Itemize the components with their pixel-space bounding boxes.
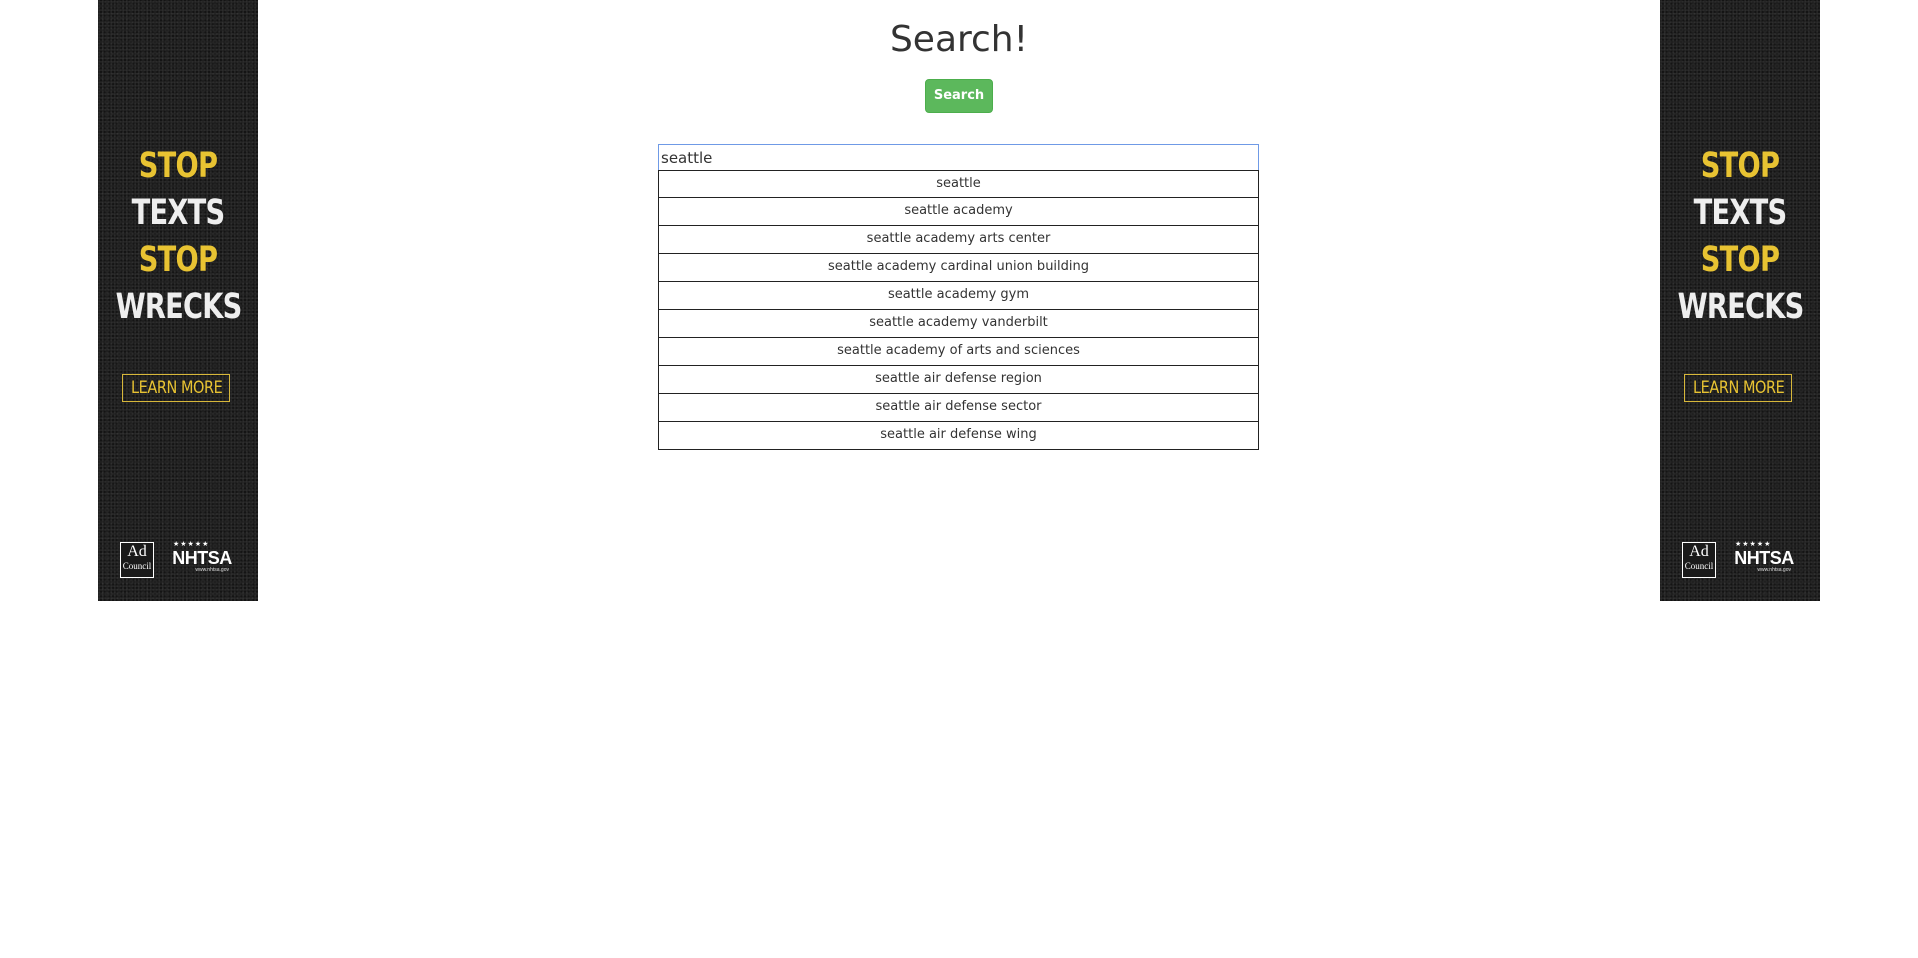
ad-headline-line: WRECKS — [115, 287, 243, 327]
ad-headline-line: STOP — [1700, 146, 1780, 186]
autocomplete-suggestion[interactable]: seattle academy gym — [658, 282, 1259, 310]
ad-banner-right[interactable]: STOP TEXTS STOP WRECKS LEARN MORE Ad Coun… — [1660, 0, 1820, 601]
autocomplete-suggestion[interactable]: seattle academy vanderbilt — [658, 310, 1259, 338]
autocomplete-suggestion[interactable]: seattle air defense region — [658, 366, 1259, 394]
autocomplete-suggestion[interactable]: seattle academy — [658, 198, 1259, 226]
ad-headline-line: STOP — [138, 240, 218, 280]
search-input[interactable] — [658, 144, 1259, 171]
ad-headline: STOP TEXTS STOP WRECKS — [115, 143, 243, 331]
ad-learn-more-button[interactable]: LEARN MORE — [122, 374, 230, 402]
ad-headline-line: STOP — [138, 146, 218, 186]
nhtsa-logo: ★★★★★ NHTSA www.nhtsa.gov — [1731, 540, 1797, 580]
autocomplete-suggestion[interactable]: seattle air defense sector — [658, 394, 1259, 422]
page-title: Search! — [889, 19, 1029, 60]
ad-headline-line: WRECKS — [1677, 287, 1805, 327]
ad-learn-more-button[interactable]: LEARN MORE — [1684, 374, 1792, 402]
nhtsa-logo: ★★★★★ NHTSA www.nhtsa.gov — [169, 540, 235, 580]
autocomplete-suggestion[interactable]: seattle academy of arts and sciences — [658, 338, 1259, 366]
search-button[interactable]: Search — [925, 79, 993, 113]
page: STOP TEXTS STOP WRECKS LEARN MORE Ad Coun… — [0, 0, 1918, 958]
autocomplete-suggestion[interactable]: seattle air defense wing — [658, 422, 1259, 450]
ad-headline-line: STOP — [1700, 240, 1780, 280]
autocomplete-suggestion[interactable]: seattle academy cardinal union building — [658, 254, 1259, 282]
ad-headline: STOP TEXTS STOP WRECKS — [1677, 143, 1805, 331]
ad-council-logo: Ad Council — [1682, 542, 1716, 578]
autocomplete-list: seattle seattle academy seattle academy ar… — [658, 170, 1259, 450]
ad-banner-left[interactable]: STOP TEXTS STOP WRECKS LEARN MORE Ad Coun… — [98, 0, 258, 601]
autocomplete-suggestion[interactable]: seattle academy arts center — [658, 226, 1259, 254]
ad-headline-line: TEXTS — [131, 193, 225, 233]
ad-council-logo: Ad Council — [120, 542, 154, 578]
ad-headline-line: TEXTS — [1693, 193, 1787, 233]
autocomplete-suggestion[interactable]: seattle — [658, 170, 1259, 198]
